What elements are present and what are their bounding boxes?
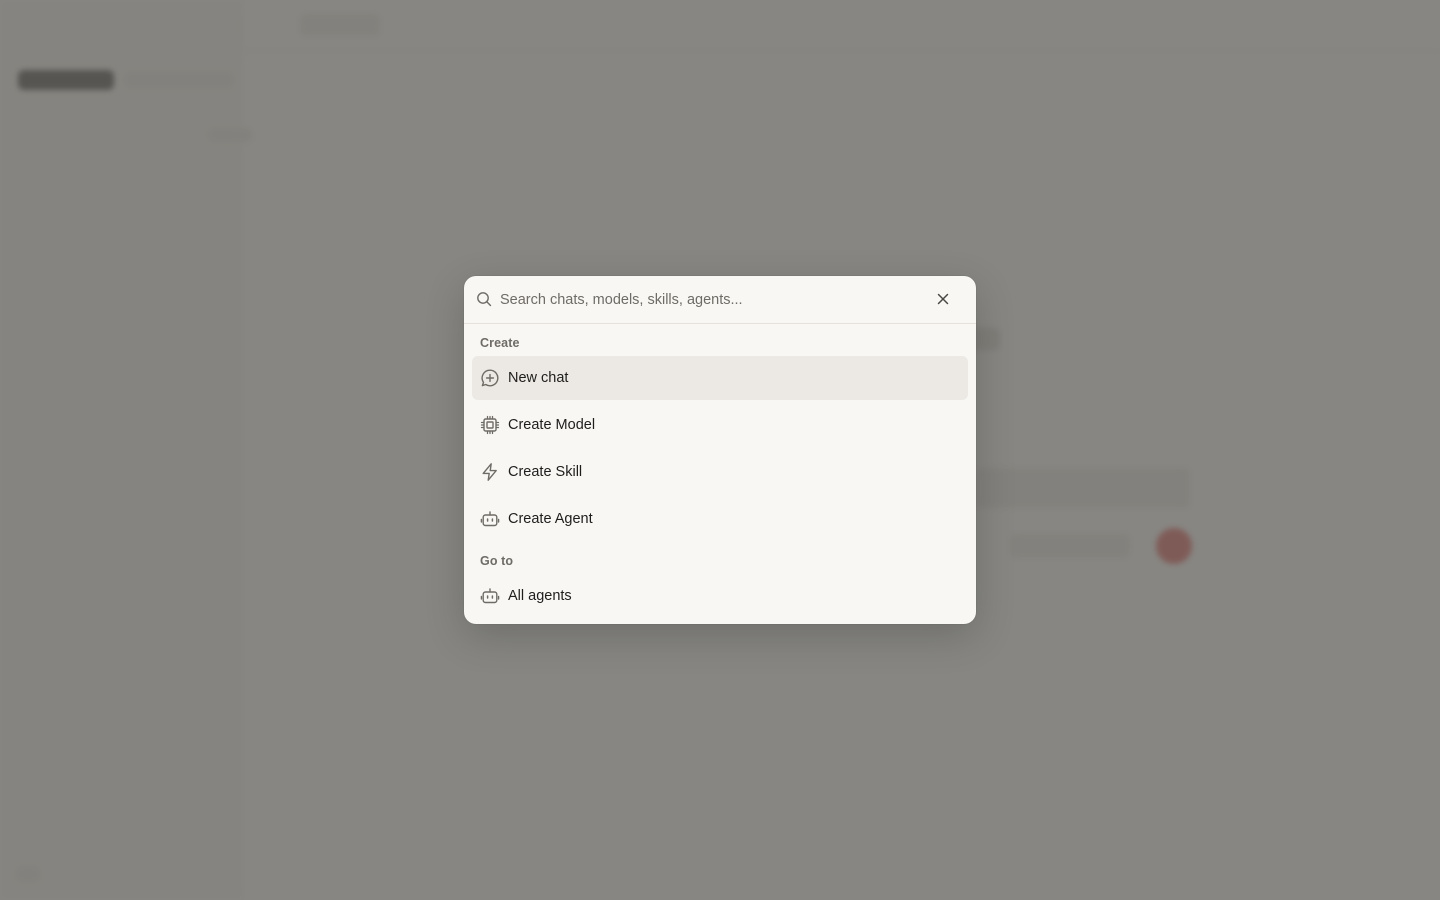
menu-item-new-chat[interactable]: New chat [472,356,968,400]
robot-icon [480,586,500,606]
message-plus-icon [480,368,500,388]
menu-item-label: New chat [508,370,569,386]
lightning-bolt-icon [480,462,500,482]
menu-item-create-agent[interactable]: Create Agent [472,497,968,541]
section-label-go-to: Go to [480,554,514,568]
menu-item-label: Create Agent [508,511,593,527]
close-button[interactable] [934,290,952,308]
search-icon [476,291,492,307]
close-icon [937,293,949,305]
robot-icon [480,509,500,529]
cpu-chip-icon [480,415,500,435]
menu-item-label: All agents [508,588,572,604]
section-label-create: Create [480,336,520,350]
search-input[interactable] [500,286,928,314]
menu-item-label: Create Model [508,417,596,433]
command-palette: Create New chat Create Model Create [464,276,976,624]
menu-item-all-agents[interactable]: All agents [472,574,968,618]
search-row [464,276,976,324]
menu-item-create-model[interactable]: Create Model [472,403,968,447]
menu-item-label: Create Skill [508,464,583,480]
menu-item-create-skill[interactable]: Create Skill [472,450,968,494]
